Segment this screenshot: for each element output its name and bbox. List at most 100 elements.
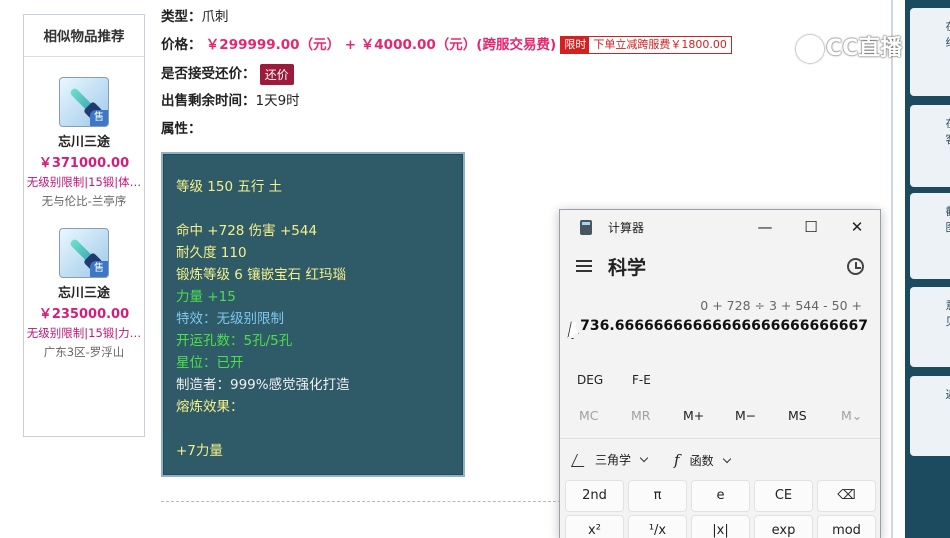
attribute-line	[176, 418, 463, 440]
sale-badge: 售	[90, 261, 108, 277]
calculator-header: 科学	[560, 250, 880, 284]
attribute-line	[176, 198, 463, 220]
attribute-line: 制造者：999%感觉强化打造	[176, 377, 350, 393]
memory-store-button[interactable]: MS	[788, 408, 807, 423]
memory-add-button[interactable]: M+	[683, 408, 704, 423]
limited-label: 限时	[561, 37, 590, 53]
similar-item-2[interactable]: 售 忘川三途 ￥235000.00 无级别限制|15锻|力… 广东3区-罗浮山	[24, 228, 144, 360]
item-tags: 无级别限制|15锻|体…	[26, 175, 142, 189]
attribute-line: 力量 +15	[176, 289, 236, 305]
attribute-line: 特效：无级别限制	[176, 311, 284, 327]
sidebar-card-text: 在客	[944, 105, 950, 147]
bargain-button[interactable]: 还价	[259, 63, 294, 85]
sidebar-card-5[interactable]: 返	[910, 376, 950, 456]
blank-strip	[893, 0, 905, 538]
attribute-lines: 等级 150 五行 土命中 +728 伤害 +544 耐久度 110 锻炼等级 6 …	[176, 154, 463, 462]
similar-items-panel: 相似物品推荐 售 忘川三途 ￥371000.00 无级别限制|15锻|体… 无与…	[23, 14, 145, 437]
page-left-border	[0, 0, 10, 538]
item-tags: 无级别限制|15锻|力…	[26, 326, 142, 340]
fe-button[interactable]: F-E	[632, 373, 651, 387]
chevron-down-icon	[639, 453, 649, 463]
attribute-line: 星位：已开	[176, 355, 244, 371]
attribute-line: 熔炼效果：	[176, 399, 244, 415]
sidebar-card-text: 截图	[944, 193, 950, 235]
calculator-expression: 0 + 728 ÷ 3 + 544 - 50 +	[700, 298, 862, 313]
cc-logo-icon	[796, 35, 824, 63]
divider	[161, 501, 561, 502]
mod-key[interactable]: mod	[817, 515, 876, 538]
menu-icon[interactable]	[576, 260, 592, 272]
attributes-label: 属性：	[161, 121, 202, 137]
limited-offer-tag: 限时 下单立减跨服费￥1800.00	[560, 36, 732, 54]
sidebar-card-3[interactable]: 截图	[910, 193, 950, 279]
deg-button[interactable]: DEG	[577, 373, 603, 387]
time-row: 出售剩余时间：1天9时	[161, 89, 300, 109]
backspace-key[interactable]: ⌫	[817, 480, 876, 512]
trigonometry-dropdown[interactable]: 三角学	[570, 451, 649, 468]
price-row: 价格： ￥299999.00（元） + ￥4000.00（元）(跨服交易费) 限…	[161, 33, 732, 54]
attribute-line: 锻炼等级 6 镶嵌宝石 红玛瑙	[176, 267, 346, 283]
function-icon: f	[674, 451, 680, 469]
memory-recall-button[interactable]: MR	[631, 408, 650, 423]
attribute-line: +7力量	[176, 443, 223, 459]
time-label: 出售剩余时间：	[161, 93, 256, 109]
history-icon[interactable]	[847, 258, 864, 275]
item-thumbnail[interactable]: 售	[59, 77, 109, 127]
item-thumbnail[interactable]: 售	[59, 228, 109, 278]
bargain-row: 是否接受还价： 还价	[161, 62, 294, 85]
type-value: 爪刺	[201, 9, 229, 25]
functions-dropdown[interactable]: f 函数	[674, 451, 731, 469]
attribute-line	[176, 154, 463, 176]
triangle-icon	[570, 454, 591, 467]
sale-badge: 售	[90, 110, 108, 126]
type-label: 类型：	[161, 9, 202, 25]
limited-discount-text: 下单立减跨服费￥1800.00	[589, 37, 731, 53]
clear-entry-key[interactable]: CE	[754, 480, 813, 512]
calculator-result: 736.66666666666666666666666667	[580, 318, 868, 334]
close-button[interactable]: ✕	[834, 210, 880, 244]
time-value: 1天9时	[255, 93, 300, 109]
sidebar-card-2[interactable]: 在客	[910, 105, 950, 187]
attributes-panel: 等级 150 五行 土命中 +728 伤害 +544 耐久度 110 锻炼等级 6 …	[161, 152, 465, 477]
chevron-down-icon	[722, 454, 731, 464]
calculator-window[interactable]: 计算器 — ☐ ✕ 科学 0 + 728 ÷ 3 + 544 - 50 + 73…	[559, 209, 881, 538]
exp-key[interactable]: exp	[754, 515, 813, 538]
type-row: 类型：爪刺	[161, 5, 229, 25]
item-server: 无与伦比-兰亭序	[41, 194, 127, 208]
similar-items-title: 相似物品推荐	[24, 15, 144, 57]
pi-key[interactable]: π	[628, 480, 687, 512]
second-function-key[interactable]: 2nd	[565, 480, 624, 512]
calculator-mode-title: 科学	[608, 257, 647, 279]
attribute-line: 命中 +728 伤害 +544	[176, 223, 318, 239]
sidebar-card-text: 在线	[944, 8, 950, 50]
maximize-button[interactable]: ☐	[788, 210, 834, 244]
functions-label: 函数	[689, 454, 714, 468]
similar-item-1[interactable]: 售 忘川三途 ￥371000.00 无级别限制|15锻|体… 无与伦比-兰亭序	[24, 77, 144, 209]
mouse-cursor-icon	[570, 322, 577, 336]
attribute-line: 耐久度 110	[176, 245, 247, 261]
price-label: 价格：	[161, 37, 202, 53]
calculator-app-icon	[580, 220, 592, 235]
sidebar-card-4[interactable]: 意见	[910, 287, 950, 367]
item-server: 广东3区-罗浮山	[43, 345, 125, 359]
calculator-title: 计算器	[608, 221, 645, 235]
item-price: ￥371000.00	[38, 156, 130, 171]
sidebar-card-1[interactable]: 在线	[910, 8, 950, 96]
memory-list-button[interactable]: M⌄	[841, 408, 862, 423]
absolute-value-key[interactable]: |x|	[691, 515, 750, 538]
attribute-line: 开运孔数：5孔/5孔	[176, 333, 293, 349]
square-key[interactable]: x²	[565, 515, 624, 538]
reciprocal-key[interactable]: ¹/x	[628, 515, 687, 538]
sidebar-card-text: 返	[944, 376, 950, 402]
calculator-titlebar[interactable]: 计算器 — ☐ ✕	[560, 210, 880, 244]
minimize-button[interactable]: —	[742, 210, 788, 244]
e-key[interactable]: e	[691, 480, 750, 512]
item-name[interactable]: 忘川三途	[24, 131, 144, 150]
bargain-label: 是否接受还价：	[161, 66, 256, 82]
attr-row: 属性：	[161, 117, 202, 137]
memory-subtract-button[interactable]: M−	[735, 408, 756, 423]
memory-clear-button[interactable]: MC	[579, 408, 599, 423]
item-price: ￥235000.00	[38, 307, 130, 322]
watermark-text: CC直播	[826, 36, 903, 61]
item-name[interactable]: 忘川三途	[24, 282, 144, 301]
